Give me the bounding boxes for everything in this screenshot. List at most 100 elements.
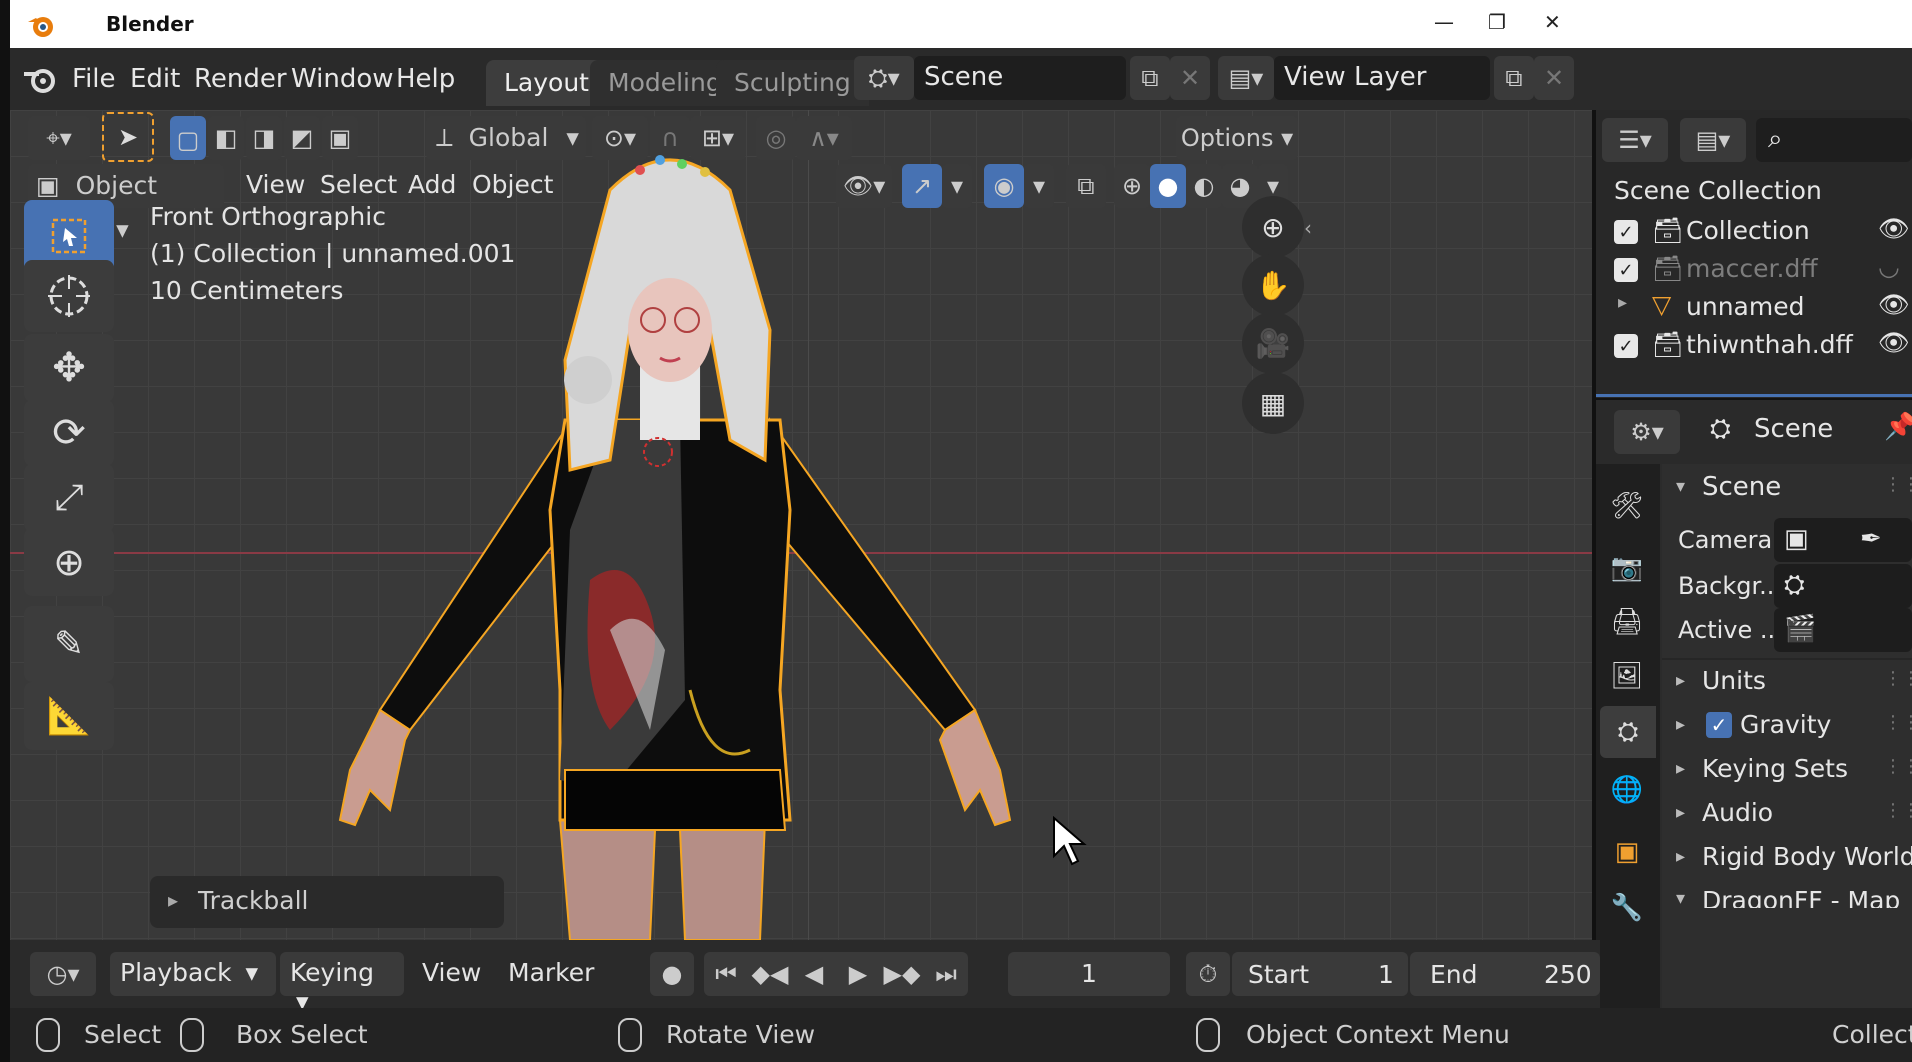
play-reverse-button[interactable]: ◀ (792, 952, 836, 996)
outliner-filter-button[interactable]: ▤▾ (1680, 118, 1746, 162)
menu-render[interactable]: Render (194, 64, 287, 94)
last-operator-panel[interactable]: ▸ Trackball (150, 876, 504, 928)
subsection-units[interactable]: ▸ Units ⋮⋮ (1662, 662, 1912, 706)
tab-modifiers[interactable]: 🔧 (1604, 882, 1650, 934)
maximize-button[interactable]: ❐ (1488, 10, 1506, 34)
tab-view-layer[interactable]: 🖼 (1604, 650, 1650, 702)
close-window-button[interactable]: ✕ (1544, 10, 1561, 34)
end-frame-field[interactable]: End 250 (1410, 952, 1600, 996)
select-subtract-button[interactable]: ◨ (246, 116, 282, 160)
tweak-tool-button[interactable]: ➤ (102, 112, 154, 162)
tab-output[interactable]: 🖨 (1604, 596, 1650, 648)
xray-toggle[interactable]: ⧉ (1066, 164, 1106, 208)
cursor-tool[interactable] (24, 260, 114, 332)
properties-editor-type-button[interactable]: ⚙▾ (1614, 410, 1680, 454)
camera-view-button[interactable]: 🎥 (1242, 312, 1304, 374)
jump-end-button[interactable]: ⏭ (924, 952, 968, 996)
outliner-row[interactable]: ✓ 🗃 Collection 👁 (1596, 212, 1912, 252)
tab-scene[interactable]: ⛭ (1600, 706, 1656, 758)
sidebar-toggle-icon[interactable]: ‹ (1304, 216, 1312, 240)
preview-range-toggle[interactable]: ⏱ (1186, 952, 1230, 996)
drag-handle-icon[interactable]: ⋮⋮ (1884, 474, 1912, 495)
playback-menu[interactable]: Playback ▾ (110, 952, 276, 996)
timeline-menu-marker[interactable]: Marker (508, 958, 594, 987)
current-frame-field[interactable]: 1 (1008, 952, 1170, 996)
view-layer-name-field[interactable]: View Layer (1274, 56, 1490, 100)
options-dropdown[interactable]: Options ▾ (1176, 116, 1298, 160)
tab-layout[interactable]: Layout (486, 60, 607, 106)
timeline-editor-type-button[interactable]: ◷▾ (30, 952, 96, 996)
move-tool[interactable]: ✥ (24, 334, 114, 402)
rotate-tool[interactable]: ⟳ (24, 400, 114, 466)
outliner-scrollbar[interactable] (1596, 394, 1912, 397)
rendered-shading-button[interactable]: ◕ (1222, 164, 1258, 208)
zoom-button[interactable]: ⊕ (1242, 196, 1304, 258)
new-scene-button[interactable]: ⧉ (1130, 56, 1170, 100)
tab-sculpting[interactable]: Sculpting (716, 60, 869, 106)
eyedropper-icon[interactable]: ✒ (1860, 524, 1882, 554)
outliner-display-mode-button[interactable]: ☰▾ (1602, 118, 1668, 162)
measure-tool[interactable]: 📐 (24, 682, 114, 750)
solid-shading-button[interactable]: ● (1150, 164, 1186, 208)
checkbox[interactable]: ✓ (1614, 334, 1638, 358)
subsection-dragonff-map[interactable]: ▾ DragonFF - Map (1662, 882, 1912, 908)
viewport-menu-view[interactable]: View (246, 170, 305, 199)
tab-world[interactable]: 🌐 (1604, 764, 1650, 816)
tab-tool[interactable]: 🛠 (1604, 480, 1650, 532)
transform-tool[interactable]: ⊕ (24, 528, 114, 596)
delete-scene-button[interactable]: ✕ (1170, 56, 1210, 100)
blender-menu-icon[interactable] (22, 62, 58, 96)
gravity-checkbox[interactable]: ✓ (1706, 712, 1732, 738)
wireframe-shading-button[interactable]: ⊕ (1114, 164, 1150, 208)
prev-keyframe-button[interactable]: ◆◀ (748, 952, 792, 996)
minimize-button[interactable]: — (1434, 10, 1454, 34)
outliner-row[interactable]: ✓ 🗃 thiwnthah.dff 👁 (1596, 326, 1912, 366)
character-model[interactable] (310, 130, 1030, 940)
select-new-button[interactable]: ▢ (170, 116, 206, 160)
menu-help[interactable]: Help (396, 64, 455, 94)
menu-edit[interactable]: Edit (130, 64, 180, 94)
eye-icon[interactable]: 👁 (1878, 290, 1910, 320)
active-clip-field[interactable]: 🎬 (1774, 608, 1912, 652)
checkbox[interactable]: ✓ (1614, 220, 1638, 244)
delete-view-layer-button[interactable]: ✕ (1534, 56, 1574, 100)
3d-viewport[interactable]: ⌖▾ ➤ ▢ ◧ ◨ ◩ ▣ ⟂ Global ▾ ⊙▾ ∩ ⊞▾ ◎ ∧▾ O… (10, 110, 1592, 940)
view-layer-selector-button[interactable]: ▤▾ (1218, 56, 1274, 100)
camera-field[interactable]: ▣ ✒ (1774, 518, 1912, 562)
outliner-search-input[interactable]: ⌕ (1756, 118, 1912, 162)
pan-button[interactable]: ✋ (1242, 254, 1304, 316)
subsection-rigid-body-world[interactable]: ▸ Rigid Body World (1662, 838, 1912, 882)
ortho-toggle-button[interactable]: ▦ (1242, 372, 1304, 434)
checkbox[interactable]: ✓ (1614, 258, 1638, 282)
play-button[interactable]: ▶ (836, 952, 880, 996)
background-scene-field[interactable]: ⛭ (1774, 564, 1912, 608)
tab-object[interactable]: ▣ (1604, 826, 1650, 878)
pin-icon[interactable]: 📌 (1884, 412, 1912, 442)
outliner-row[interactable]: ▸ ▽ unnamed 👁 (1596, 288, 1912, 328)
tab-render[interactable]: 📷 (1604, 542, 1650, 594)
scene-selector-button[interactable]: ⛭▾ (854, 56, 914, 100)
timeline-menu-view[interactable]: View (422, 958, 481, 987)
new-view-layer-button[interactable]: ⧉ (1494, 56, 1534, 100)
expand-arrow-icon[interactable]: ▸ (1618, 292, 1627, 313)
subsection-audio[interactable]: ▸ Audio ⋮⋮ (1662, 794, 1912, 838)
scale-tool[interactable]: ⤢ (24, 464, 114, 532)
annotate-tool[interactable]: ✎ (24, 606, 114, 682)
outliner-row[interactable]: ✓ 🗃 maccer.dff ◡ (1596, 250, 1912, 290)
menu-window[interactable]: Window (291, 64, 394, 94)
eye-closed-icon[interactable]: ◡ (1878, 252, 1900, 281)
eye-icon[interactable]: 👁 (1878, 328, 1910, 358)
material-shading-button[interactable]: ◐ (1186, 164, 1222, 208)
collapse-arrow-icon[interactable]: ▾ (1676, 476, 1685, 497)
record-button[interactable]: ● (650, 952, 694, 996)
eye-icon[interactable]: 👁 (1878, 214, 1910, 244)
subsection-keying-sets[interactable]: ▸ Keying Sets ⋮⋮ (1662, 750, 1912, 794)
select-extend-button[interactable]: ◧ (208, 116, 244, 160)
keying-menu[interactable]: Keying ▾ (280, 952, 404, 1016)
scene-name-field[interactable]: Scene (914, 56, 1126, 100)
subsection-gravity[interactable]: ▸ ✓ Gravity ⋮⋮ (1662, 706, 1912, 750)
next-keyframe-button[interactable]: ▶◆ (880, 952, 924, 996)
editor-type-button[interactable]: ⌖▾ (28, 116, 90, 160)
menu-file[interactable]: File (72, 64, 116, 94)
jump-start-button[interactable]: ⏮ (704, 952, 748, 996)
